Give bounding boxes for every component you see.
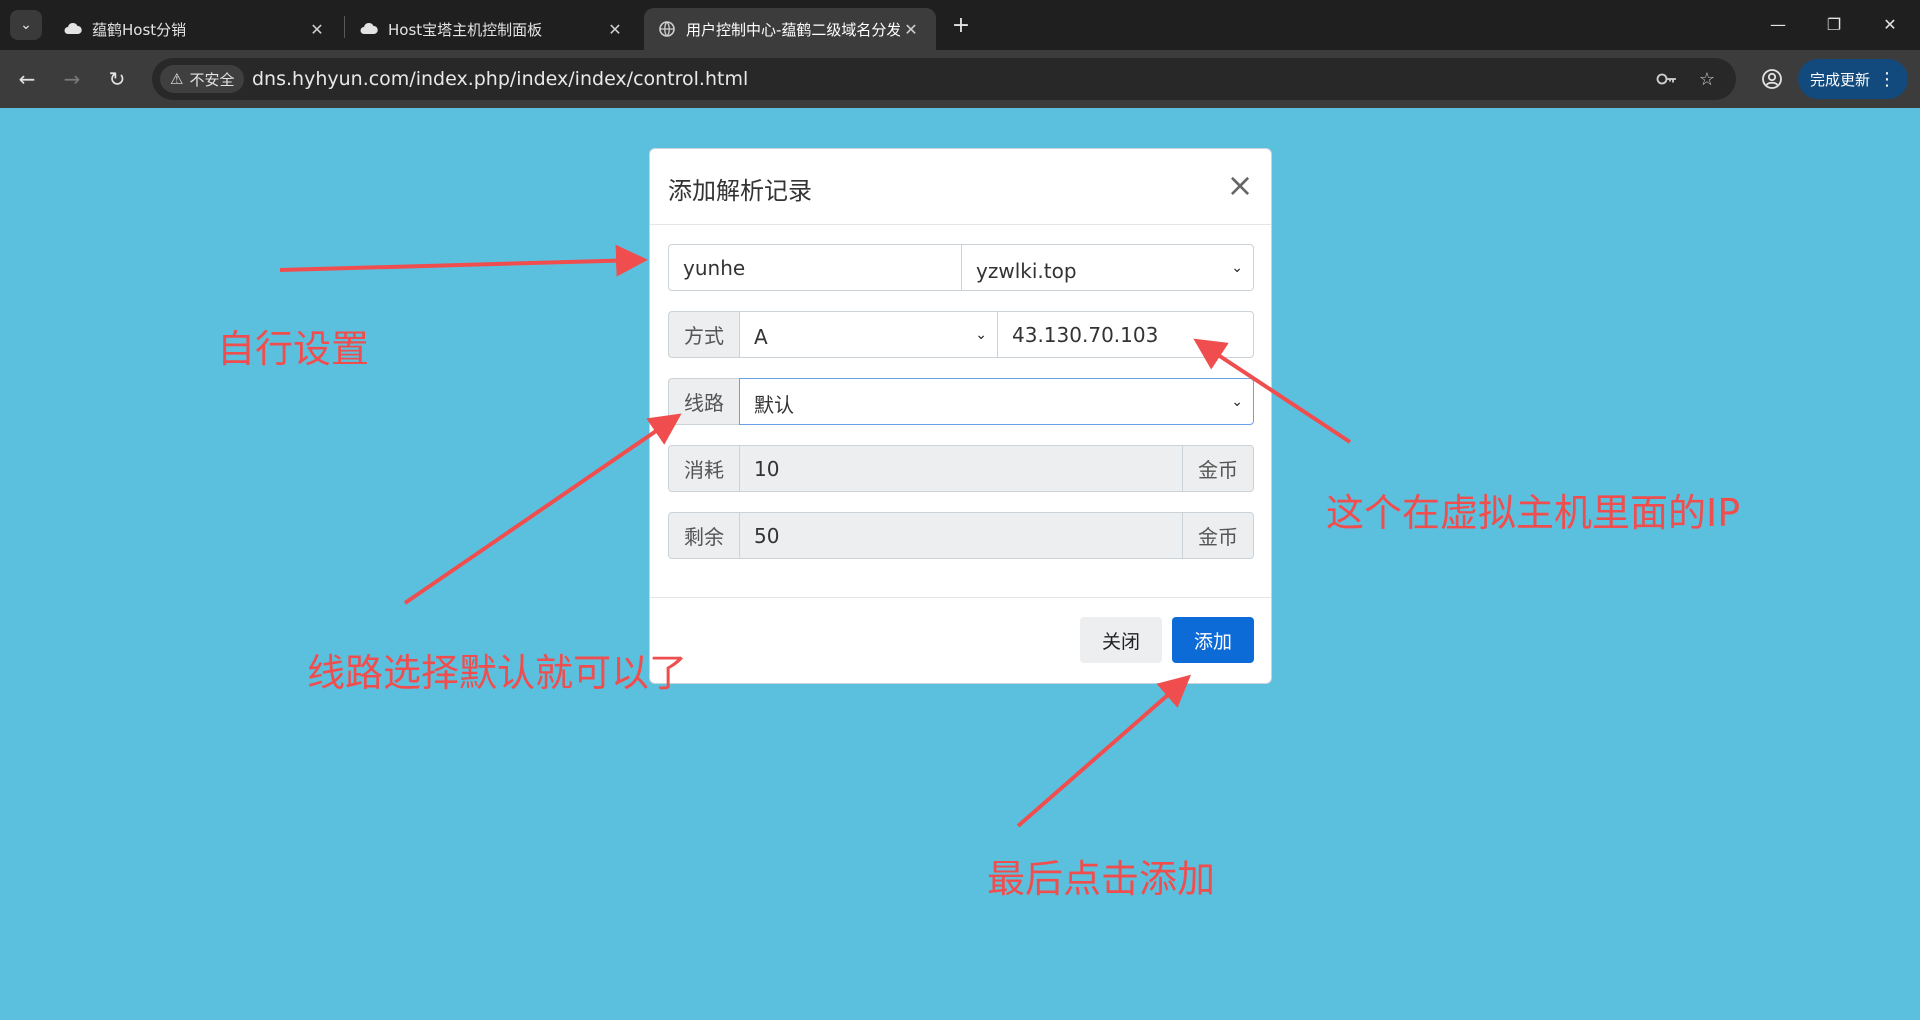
arrow-to-host [279,244,648,277]
minimize-button[interactable]: — [1758,10,1798,38]
plus-icon: + [951,12,971,38]
cost-unit: 金币 [1198,458,1238,482]
new-tab-button[interactable]: + [948,12,974,38]
update-button[interactable]: 完成更新 ⋮ [1798,59,1908,99]
remain-field: 50 [739,512,1183,559]
forward-button[interactable]: → [55,62,89,96]
tab-3-active[interactable]: 用户控制中心-蕴鹤二级域名分发 ✕ [644,8,936,50]
close-button[interactable]: 关闭 [1080,617,1162,663]
cost-row: 消耗 10 金币 [668,445,1254,492]
key-icon[interactable] [1654,66,1680,92]
cost-label: 消耗 [684,458,724,482]
record-type-select[interactable]: A ⌄ [739,311,998,358]
ip-input[interactable]: 43.130.70.103 [997,311,1254,358]
close-icon[interactable]: ✕ [900,20,922,39]
star-icon[interactable]: ☆ [1694,66,1720,92]
more-vert-icon: ⋮ [1878,68,1896,90]
address-bar[interactable]: ⚠ 不安全 dns.hyhyun.com/index.php/index/ind… [152,58,1736,100]
tab-list-button[interactable]: ⌄ [10,10,42,40]
remain-row: 剩余 50 金币 [668,512,1254,559]
domain-value: yzwlki.top [976,258,1077,283]
update-label: 完成更新 [1809,70,1870,89]
line-select[interactable]: 默认 ⌄ [739,378,1254,425]
modal-footer: 关闭 添加 [650,597,1271,683]
close-icon[interactable]: ✕ [604,20,626,39]
minimize-icon: — [1770,14,1786,34]
chevron-down-icon: ⌄ [20,17,32,33]
tab-divider [344,16,345,38]
reload-icon: ↻ [108,67,126,91]
tab-2[interactable]: Host宝塔主机控制面板 ✕ [346,8,640,50]
ip-value: 43.130.70.103 [1012,322,1159,347]
modal-title: 添加解析记录 [668,177,812,205]
tab-strip: ⌄ 蕴鹤Host分销 ✕ Host宝塔主机控制面板 ✕ 用户控制中心-蕴鹤二级域… [0,0,1920,50]
tab-title: Host宝塔主机控制面板 [388,20,543,39]
host-value: yunhe [683,255,746,280]
globe-icon [658,20,676,38]
restore-button[interactable]: ❐ [1814,10,1854,38]
host-domain-row: yunhe yzwlki.top ⌄ [668,244,1254,291]
arrow-to-line [403,413,682,605]
browser-toolbar: ← → ↻ ⚠ 不安全 dns.hyhyun.com/index.php/ind… [0,50,1920,108]
security-chip[interactable]: ⚠ 不安全 [160,65,245,93]
annotation-ip-note: 这个在虚拟主机里面的IP [1326,491,1741,535]
remain-value: 50 [754,523,780,548]
restore-icon: ❐ [1826,14,1842,34]
type-ip-row: 方式 A ⌄ 43.130.70.103 [668,311,1254,358]
chevron-down-icon: ⌄ [975,326,987,343]
annotation-custom-setting: 自行设置 [217,327,370,371]
cost-value: 10 [754,456,780,481]
domain-select[interactable]: yzwlki.top ⌄ [961,244,1254,291]
tab-1[interactable]: 蕴鹤Host分销 ✕ [50,8,342,50]
arrow-left-icon: ← [18,67,36,91]
chevron-down-icon: ⌄ [1231,259,1243,276]
remain-unit: 金币 [1198,525,1238,549]
url-text[interactable]: dns.hyhyun.com/index.php/index/index/con… [252,58,748,100]
cost-addon: 消耗 [668,445,740,492]
security-label: 不安全 [189,70,235,89]
window-close-button[interactable]: ✕ [1870,10,1910,38]
arrow-to-add [1016,674,1192,828]
profile-icon [1762,69,1782,89]
record-type-value: A [754,324,768,349]
annotation-final-note: 最后点击添加 [987,857,1216,901]
tab-title: 蕴鹤Host分销 [92,20,187,39]
cloud-icon [360,20,378,38]
tab-title: 用户控制中心-蕴鹤二级域名分发 [686,20,900,39]
warning-icon: ⚠ [170,70,184,88]
cost-field: 10 [739,445,1183,492]
remain-label: 剩余 [684,525,724,549]
line-addon: 线路 [668,378,740,425]
line-value: 默认 [754,393,794,417]
method-label: 方式 [684,324,724,348]
modal-header: 添加解析记录 × [650,149,1271,225]
annotation-line-note: 线路选择默认就可以了 [307,651,688,695]
remain-unit-addon: 金币 [1182,512,1254,559]
arrow-right-icon: → [63,67,81,91]
cloud-icon [64,20,82,38]
chevron-down-icon: ⌄ [1231,393,1243,410]
add-button[interactable]: 添加 [1172,617,1254,663]
profile-button[interactable] [1755,62,1789,96]
close-icon: ✕ [1883,14,1897,34]
close-icon[interactable]: ✕ [306,20,328,39]
line-row: 线路 默认 ⌄ [668,378,1254,425]
remain-addon: 剩余 [668,512,740,559]
add-record-modal: 添加解析记录 × yunhe yzwlki.top ⌄ 方式 A ⌄ 43.13… [649,148,1272,684]
method-addon: 方式 [668,311,740,358]
close-icon[interactable]: × [1224,169,1256,201]
host-input[interactable]: yunhe [668,244,962,291]
reload-button[interactable]: ↻ [100,62,134,96]
back-button[interactable]: ← [10,62,44,96]
line-label: 线路 [684,391,724,415]
cost-unit-addon: 金币 [1182,445,1254,492]
